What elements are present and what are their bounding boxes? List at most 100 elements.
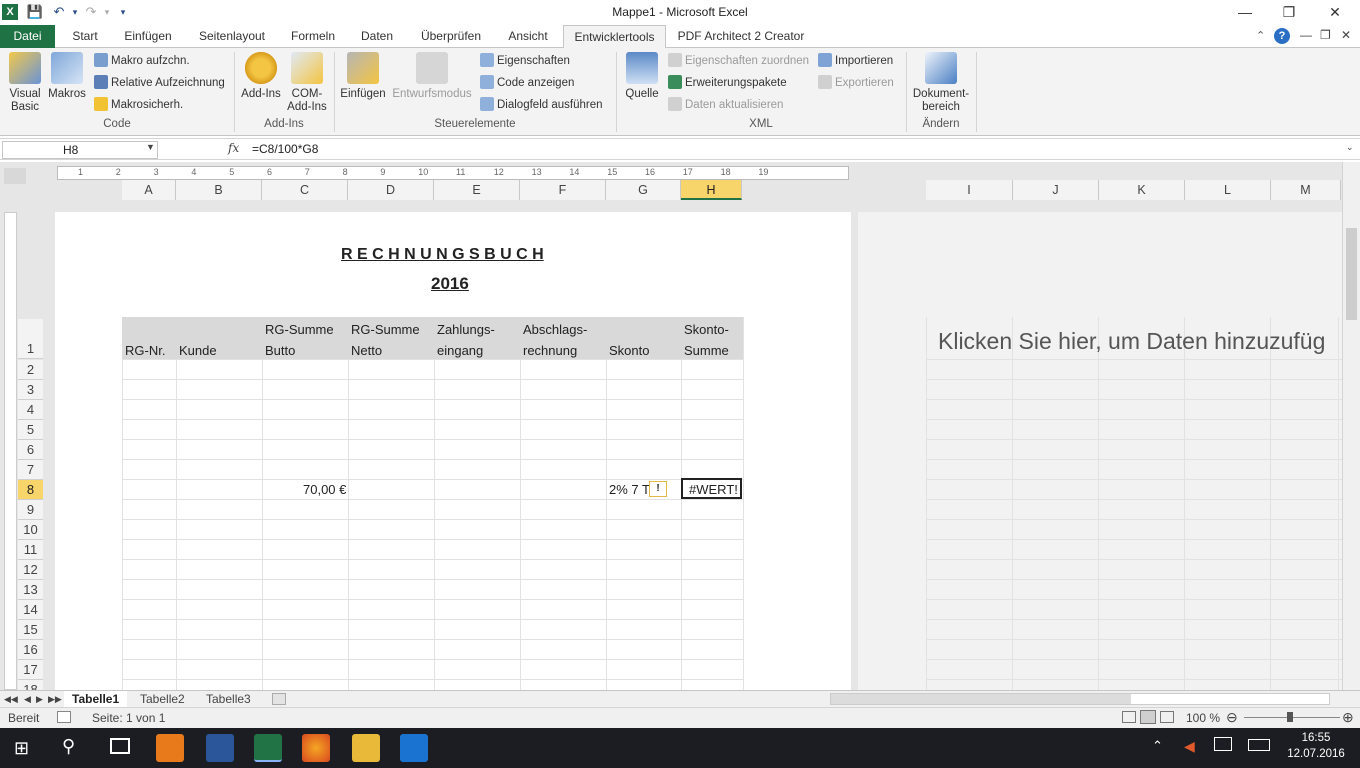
search-icon[interactable]: ⚲ [62,736,75,757]
last-sheet-icon[interactable]: ▶▶ [48,691,62,707]
eigenschaften-zuordnen-button[interactable]: Eigenschaften zuordnen [668,52,809,70]
sheet-title[interactable]: R E C H N U N G S B U C H [341,246,544,264]
file-explorer-taskbar-icon[interactable] [352,734,380,762]
header-line-1[interactable]: RG-Summe [351,322,420,337]
row-header[interactable]: 18 [18,680,43,690]
makro-aufzeichnen-button[interactable]: Makro aufzchn. [94,52,190,70]
tab-ansicht[interactable]: Ansicht [499,25,557,48]
close-icon[interactable]: ✕ [1312,0,1358,25]
active-cell-h8[interactable]: #WERT! [681,478,742,499]
windows-start-icon[interactable]: ⊞ [14,738,29,758]
row-header[interactable]: 14 [18,600,43,620]
next-sheet-icon[interactable]: ▶ [36,691,43,707]
header-line-1[interactable]: RG-Summe [265,322,334,337]
page-layout-view-icon[interactable] [1140,710,1156,724]
row-header[interactable]: 3 [18,380,43,400]
outlook-taskbar-icon[interactable] [156,734,184,762]
column-header[interactable]: C [262,180,348,200]
vertical-scrollbar[interactable] [1342,162,1360,690]
tray-chevron-icon[interactable]: ⌃ [1152,738,1163,754]
column-header[interactable]: A [122,180,176,200]
column-header[interactable]: B [176,180,262,200]
page-break-view-icon[interactable] [1160,711,1174,723]
task-view-icon[interactable] [110,738,130,754]
tab-datei[interactable]: Datei [0,25,55,48]
importieren-button[interactable]: Importieren [818,52,893,70]
header-line-2[interactable]: Summe [684,343,729,358]
dokumentbereich-button[interactable]: Dokument-bereich [910,52,972,114]
clock-date[interactable]: 12.07.2016 [1286,748,1346,760]
sheet-tab-tabelle3[interactable]: Tabelle3 [206,691,251,707]
row-header[interactable]: 13 [18,580,43,600]
first-sheet-icon[interactable]: ◀◀ [4,691,18,707]
row-header[interactable]: 5 [18,420,43,440]
row-header[interactable]: 4 [18,400,43,420]
cell-g8[interactable]: 2% 7 T [609,482,650,497]
row-header[interactable]: 16 [18,640,43,660]
restore-icon[interactable]: ❐ [1266,0,1312,25]
sheet-year[interactable]: 2016 [431,274,469,294]
visual-basic-button[interactable]: Visual Basic [4,52,46,114]
add-ins-button[interactable]: Add-Ins [238,52,284,101]
sheet-tab-tabelle2[interactable]: Tabelle2 [140,691,185,707]
entwurfsmodus-button[interactable]: Entwurfsmodus [390,52,474,101]
quelle-button[interactable]: Quelle [620,52,664,101]
tab-daten[interactable]: Daten [351,25,403,48]
relative-aufzeichnung-button[interactable]: Relative Aufzeichnung [94,74,225,92]
doc-restore-icon[interactable]: ❐ [1320,28,1331,42]
com-add-ins-button[interactable]: COM-Add-Ins [284,52,330,114]
error-warning-icon[interactable]: ! [649,481,667,497]
header-line-1[interactable]: Abschlags- [523,322,587,337]
tab-einfuegen[interactable]: Einfügen [116,25,180,48]
firefox-taskbar-icon[interactable] [302,734,330,762]
row-header[interactable]: 11 [18,540,43,560]
name-box-dropdown-icon[interactable]: ▼ [146,142,155,152]
dialogfeld-button[interactable]: Dialogfeld ausführen [480,96,603,114]
tab-ueberpruefen[interactable]: Überprüfen [412,25,490,48]
insert-sheet-icon[interactable] [272,693,286,705]
expand-formula-bar-icon[interactable]: ⌄ [1346,142,1354,153]
row-header[interactable]: 9 [18,500,43,520]
column-header[interactable]: E [434,180,520,200]
zoom-level[interactable]: 100 % [1186,711,1220,725]
word-taskbar-icon[interactable] [206,734,234,762]
excel-taskbar-icon[interactable] [254,734,282,762]
header-line-2[interactable]: rechnung [523,343,577,358]
macro-record-icon[interactable] [57,711,71,723]
row-header[interactable]: 15 [18,620,43,640]
header-line-1[interactable]: Zahlungs- [437,322,495,337]
edge-taskbar-icon[interactable] [400,734,428,762]
row-header[interactable]: 1 [18,319,43,359]
help-icon[interactable]: ? [1274,28,1290,44]
makros-button[interactable]: Makros [46,52,88,101]
column-header[interactable]: L [1185,180,1271,200]
header-line-2[interactable]: RG-Nr. [125,343,165,358]
cell-c8[interactable]: 70,00 € [303,482,346,497]
tab-seitenlayout[interactable]: Seitenlayout [190,25,274,48]
doc-minimize-icon[interactable]: — [1300,28,1312,42]
name-box[interactable]: H8 [2,141,158,159]
makrosicherheit-button[interactable]: Makrosicherh. [94,96,183,114]
collapse-ribbon-icon[interactable]: ⌃ [1256,29,1265,42]
tab-formeln[interactable]: Formeln [283,25,343,48]
exportieren-button[interactable]: Exportieren [818,74,894,92]
worksheet-area[interactable]: 1 2 3 4 5 6 7 8 9 10 11 12 13 14 15 16 17 18 19 ABCDEFGHIJ… [0,162,1360,690]
add-data-placeholder[interactable]: Klicken Sie hier, um Daten hinzuzufüg [938,328,1325,355]
header-line-2[interactable]: Kunde [179,343,217,358]
horizontal-scroll-thumb[interactable] [831,694,1131,704]
eigenschaften-button[interactable]: Eigenschaften [480,52,570,70]
header-line-2[interactable]: Skonto [609,343,649,358]
row-header[interactable]: 12 [18,560,43,580]
row-header[interactable]: 8 [18,480,43,500]
clock-time[interactable]: 16:55 [1286,732,1346,744]
daten-aktualisieren-button[interactable]: Daten aktualisieren [668,96,783,114]
column-header[interactable]: H [681,180,742,200]
column-header[interactable]: J [1013,180,1099,200]
insert-function-icon[interactable]: fx [228,141,239,155]
keyboard-icon[interactable] [1248,739,1270,751]
row-header[interactable]: 7 [18,460,43,480]
zoom-out-icon[interactable]: ⊖ [1226,709,1238,726]
header-line-2[interactable]: Netto [351,343,382,358]
column-header[interactable]: D [348,180,434,200]
select-all-corner[interactable] [4,168,26,184]
